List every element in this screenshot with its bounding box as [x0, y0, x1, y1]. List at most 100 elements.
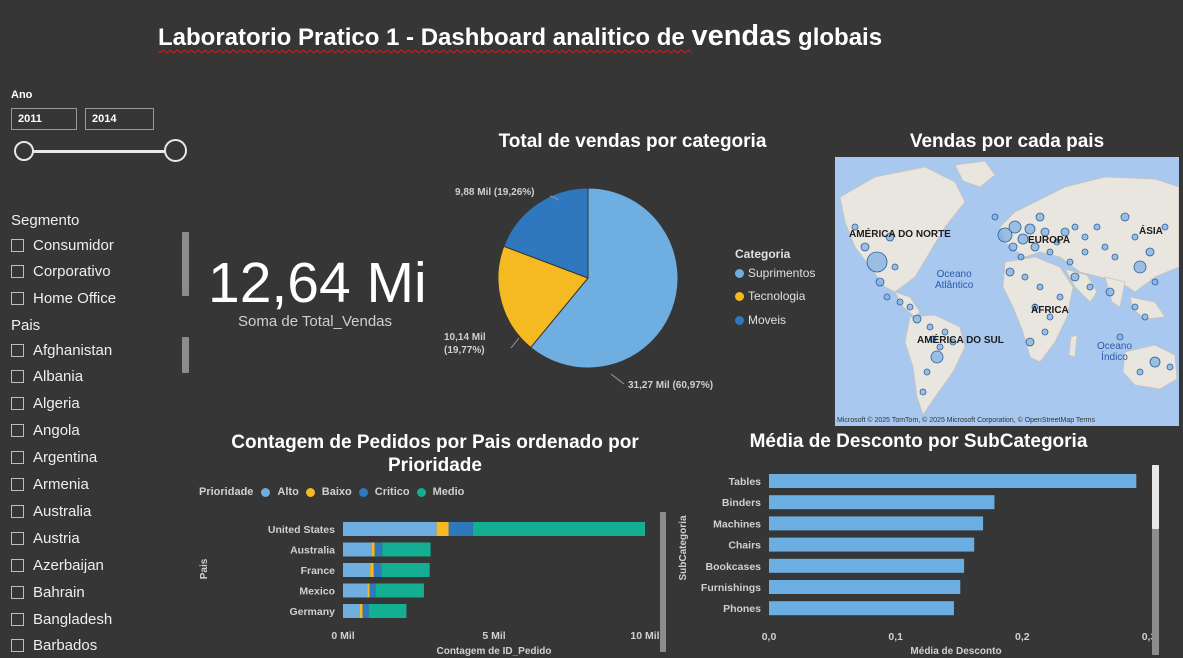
map-bubble[interactable] — [866, 251, 888, 273]
country-checkbox[interactable] — [11, 585, 24, 599]
orders-bar-medio[interactable] — [472, 522, 645, 536]
discount-bar[interactable] — [769, 495, 995, 510]
map-bubble[interactable] — [1111, 253, 1119, 261]
segment-checkbox[interactable] — [11, 265, 24, 278]
country-item[interactable]: Australia — [11, 500, 91, 522]
segment-checkbox[interactable] — [11, 291, 24, 305]
map-bubble[interactable] — [875, 277, 885, 287]
orders-bar-baixo[interactable] — [370, 563, 374, 577]
map-bubble[interactable] — [1133, 260, 1147, 274]
map-bubble[interactable] — [991, 213, 999, 221]
map-bubble[interactable] — [1105, 287, 1115, 297]
country-checkbox[interactable] — [11, 397, 24, 411]
orders-bar-critico[interactable] — [448, 522, 473, 536]
orders-chart-scrollbar[interactable] — [660, 512, 666, 652]
orders-bar-medio[interactable] — [381, 563, 430, 577]
map-bubble[interactable] — [1081, 233, 1089, 241]
orders-legend-critico[interactable]: Critico — [375, 486, 410, 498]
country-item[interactable]: Bahrain — [11, 581, 85, 603]
map-bubble[interactable] — [1046, 248, 1054, 256]
map-bubble[interactable] — [1021, 273, 1029, 281]
segment-checkbox[interactable] — [11, 238, 24, 252]
year-from-input[interactable]: 2011 — [11, 108, 77, 130]
country-checkbox[interactable] — [11, 478, 24, 491]
orders-bar-baixo[interactable] — [436, 522, 449, 536]
map-bubble[interactable] — [1036, 283, 1044, 291]
country-item[interactable]: Algeria — [11, 393, 80, 415]
orders-legend-baixo[interactable]: Baixo — [322, 486, 352, 498]
orders-bar-critico[interactable] — [373, 563, 382, 577]
country-item[interactable]: Angola — [11, 420, 80, 442]
map-bubble[interactable] — [1041, 328, 1049, 336]
country-checkbox[interactable] — [11, 531, 24, 545]
pie-legend-suprimentos[interactable]: Suprimentos — [735, 266, 815, 280]
segment-item[interactable]: Corporativo — [11, 261, 111, 283]
year-to-input[interactable]: 2014 — [85, 108, 154, 130]
map-bubble[interactable] — [1166, 363, 1174, 371]
year-slider-end-handle[interactable] — [164, 139, 187, 162]
country-checkbox[interactable] — [11, 451, 24, 465]
orders-bar-critico[interactable] — [369, 583, 376, 598]
year-slider-start-handle[interactable] — [14, 141, 34, 161]
country-item[interactable]: Armenia — [11, 474, 89, 496]
segment-item[interactable]: Home Office — [11, 287, 116, 309]
discount-bar[interactable] — [769, 601, 954, 616]
map-bubble[interactable] — [1120, 212, 1130, 222]
discount-bar[interactable] — [769, 474, 1137, 488]
country-checkbox[interactable] — [11, 639, 24, 653]
map-bubble[interactable] — [923, 368, 931, 376]
map-bubble[interactable] — [1070, 272, 1080, 282]
map-bubble[interactable] — [1035, 212, 1045, 222]
orders-bar-alto[interactable] — [343, 563, 371, 577]
orders-bar-baixo[interactable] — [359, 604, 363, 618]
map-bubble[interactable] — [1056, 293, 1064, 301]
country-checkbox[interactable] — [11, 504, 24, 518]
map-bubble[interactable] — [883, 293, 891, 301]
orders-bar-medio[interactable] — [382, 542, 431, 557]
map-bubble[interactable] — [930, 350, 944, 364]
orders-bar-medio[interactable] — [375, 583, 424, 598]
segment-item[interactable]: Consumidor — [11, 234, 114, 256]
map-bubble[interactable] — [1131, 233, 1139, 241]
country-item[interactable]: Argentina — [11, 447, 97, 469]
map-bubble[interactable] — [1017, 253, 1025, 261]
pie-legend-tecnologia[interactable]: Tecnologia — [735, 289, 805, 303]
country-scrollbar[interactable] — [182, 337, 189, 373]
map-bubble[interactable] — [1086, 283, 1094, 291]
country-checkbox[interactable] — [11, 558, 24, 572]
map-bubble[interactable] — [906, 303, 914, 311]
map-bubble[interactable] — [1017, 233, 1029, 245]
map-bubble[interactable] — [1131, 303, 1139, 311]
orders-bar-critico[interactable] — [362, 604, 369, 618]
map-bubble[interactable] — [1116, 333, 1124, 341]
country-item[interactable]: Barbados — [11, 635, 97, 657]
map-bubble[interactable] — [1066, 258, 1074, 266]
country-item[interactable]: Albania — [11, 366, 83, 388]
map-bubble[interactable] — [1025, 337, 1035, 347]
year-slider-track[interactable] — [25, 150, 175, 153]
map-bubble[interactable] — [926, 323, 934, 331]
orders-bar-medio[interactable] — [368, 604, 407, 618]
discount-bar[interactable] — [769, 537, 975, 552]
world-map[interactable]: AMÉRICA DO NORTE EUROPA ÁSIA ÁFRICA AMÉR… — [835, 157, 1179, 426]
pie-legend-moveis[interactable]: Moveis — [735, 313, 786, 327]
orders-bar-alto[interactable] — [343, 583, 368, 598]
map-bubble[interactable] — [1136, 368, 1144, 376]
country-checkbox[interactable] — [11, 612, 24, 626]
map-bubble[interactable] — [1093, 223, 1101, 231]
map-bubble[interactable] — [1005, 267, 1015, 277]
country-checkbox[interactable] — [11, 370, 24, 384]
country-checkbox[interactable] — [11, 424, 24, 438]
map-bubble[interactable] — [912, 314, 922, 324]
map-bubble[interactable] — [1101, 243, 1109, 251]
discount-bar[interactable] — [769, 558, 965, 573]
map-bubble[interactable] — [1151, 278, 1159, 286]
discount-chart-scrollbar-thumb[interactable] — [1152, 465, 1159, 529]
map-bubble[interactable] — [1008, 242, 1018, 252]
country-item[interactable]: Austria — [11, 527, 80, 549]
orders-bar-baixo[interactable] — [371, 542, 375, 557]
map-bubble[interactable] — [1149, 356, 1161, 368]
orders-bar-baixo[interactable] — [367, 583, 370, 598]
map-bubble[interactable] — [1008, 220, 1022, 234]
map-bubble[interactable] — [896, 298, 904, 306]
